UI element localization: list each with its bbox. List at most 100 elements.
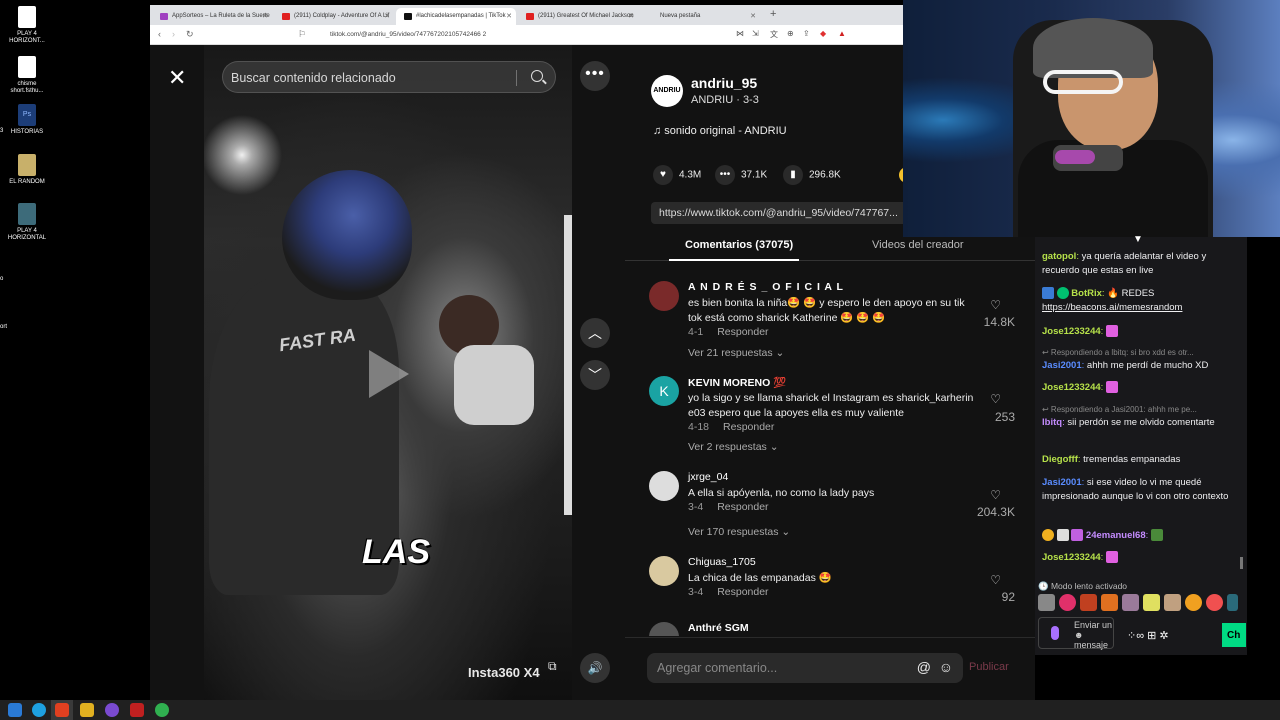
tab-comments[interactable]: Comentarios (37075) [685,239,793,251]
heart-icon[interactable]: ♡ [990,298,1001,312]
chat-username[interactable]: Jose1233244 [1042,382,1101,393]
emote-icon[interactable] [1185,594,1202,611]
reply-button[interactable]: Responder [717,326,768,338]
video-link[interactable]: https://www.tiktok.com/@andriu_95/video/… [651,202,911,224]
zoom-icon[interactable]: ⊕ [787,29,794,38]
chat-username[interactable]: lbitq [1042,417,1062,428]
heart-icon[interactable]: ♡ [990,573,1001,587]
close-tab-icon[interactable]: ✕ [384,12,390,20]
chat-scrollbar[interactable] [1240,557,1243,569]
comment-avatar[interactable] [649,622,679,636]
chevron-down-icon[interactable]: ▼ [1133,233,1143,247]
windows-start-icon[interactable] [8,703,22,717]
chat-input[interactable]: Enviar un ☻ mensaje [1038,617,1114,650]
heart-icon[interactable]: ♡ [990,488,1001,502]
related-search-input[interactable]: Buscar contenido relacionado [222,61,556,93]
emote-icon[interactable] [1143,594,1160,611]
chat-username[interactable]: Jose1233244 [1042,552,1101,563]
close-tab-icon[interactable]: ✕ [262,12,268,20]
desktop-icon-play4[interactable]: PLAY 4 HORIZONT... [4,6,50,45]
extension-icon[interactable]: ⇲ [752,29,759,38]
forward-icon[interactable]: › [172,29,175,39]
comment-avatar[interactable]: K [649,376,679,406]
chat-username[interactable]: Jose1233244 [1042,326,1101,337]
comment-username[interactable]: Chiguas_1705 [688,556,756,568]
bookmark-icon[interactable]: ⚐ [298,29,306,40]
folder-icon[interactable] [80,703,94,717]
comment-username[interactable]: Anthré SGM [688,622,749,634]
chat-send-button[interactable]: Ch [1222,623,1246,647]
brave-icon[interactable] [55,703,69,717]
tab-michael-jackson[interactable]: (2911) Greatest Of Michael Jackson ✕ [518,8,638,25]
translate-icon[interactable]: 文 [770,29,778,40]
author-username[interactable]: andriu_95 [691,75,757,91]
play-icon[interactable] [369,350,409,398]
comment-username[interactable]: KEVIN MORENO 💯 [688,376,786,389]
next-video-button[interactable]: ﹀ [580,360,610,390]
new-tab-button[interactable]: + [770,8,776,20]
extension-icon[interactable]: ⋈ [736,29,744,38]
emote-icon[interactable] [1164,594,1181,611]
volume-button[interactable]: 🔊 [580,653,610,683]
chrome-icon[interactable] [155,703,169,717]
desktop-icon-play4-horizontal[interactable]: PLAY 4 HORIZONTAL [4,203,50,242]
chat-username[interactable]: gatopol [1042,251,1076,262]
add-comment-input[interactable]: Agregar comentario... @ ☺ [647,653,963,683]
save-stat[interactable]: ▮ 296.8K [783,165,841,185]
comment-avatar[interactable] [649,556,679,586]
reply-button[interactable]: Responder [717,501,768,513]
emote-icon[interactable] [1038,594,1055,611]
app-icon[interactable] [105,703,119,717]
brave-shield-icon[interactable]: ◆ [820,29,826,38]
publish-button[interactable]: Publicar [969,661,1009,673]
author-avatar[interactable]: ANDRIU [651,75,683,107]
tab-new[interactable]: Nueva pestaña ✕ [640,8,760,25]
close-icon[interactable]: ✕ [168,65,186,91]
chat-username[interactable]: Jasi2001 [1042,477,1082,488]
desktop-icon-el-random[interactable]: EL RANDOM [4,154,50,186]
close-tab-icon[interactable]: ✕ [506,12,512,20]
comment-avatar[interactable] [649,281,679,311]
close-tab-icon[interactable]: ✕ [628,12,634,20]
search-icon[interactable] [531,70,543,82]
emote-icon[interactable] [1227,594,1238,611]
emote-icon[interactable] [1080,594,1097,611]
address-bar[interactable]: tiktok.com/@andriu_95/video/747767202105… [310,28,850,42]
heart-icon[interactable]: ♡ [990,392,1001,406]
desktop-icon-chisme[interactable]: chisme short.fsthu... [4,56,50,95]
emote-icon[interactable] [1206,594,1223,611]
chat-username[interactable]: Jasi2001 [1042,360,1082,371]
mini-player-icon[interactable]: ⧉ [548,659,557,674]
share-icon[interactable]: ⇪ [803,29,810,38]
chat-toolbar-icons[interactable]: ⁘∞ ⊞ ✲ [1127,629,1169,643]
mention-icon[interactable]: @ [917,659,931,675]
view-replies-button[interactable]: Ver 2 respuestas ⌄ [688,441,779,453]
comment-username[interactable]: A N D R É S _ O F I C I A L [688,281,844,293]
previous-video-button[interactable]: ︿ [580,318,610,348]
like-stat[interactable]: ♥ 4.3M [653,165,701,185]
more-options-button[interactable]: ••• [580,61,610,91]
emoji-icon[interactable]: ☺ [939,659,953,675]
reload-icon[interactable]: ↻ [186,29,194,40]
brave-rewards-icon[interactable]: ▲ [838,29,846,38]
reply-button[interactable]: Responder [723,421,774,433]
back-icon[interactable]: ‹ [158,29,161,39]
edge-icon[interactable] [32,703,46,717]
tab-tiktok[interactable]: #lachicadelasempanadas | TikTok ✕ [396,8,516,25]
sound-link[interactable]: ♫ sonido original - ANDRIU [653,125,787,137]
chat-username[interactable]: BotRix [1071,288,1102,299]
tab-appsorteos[interactable]: AppSorteos – La Ruleta de la Suerte ✕ [152,8,272,25]
comment-avatar[interactable] [649,471,679,501]
tab-creator-videos[interactable]: Videos del creador [872,239,964,251]
chat-link[interactable]: https://beacons.ai/memesrandom [1042,302,1182,313]
close-tab-icon[interactable]: ✕ [750,12,756,20]
view-replies-button[interactable]: Ver 21 respuestas ⌄ [688,347,784,359]
emote-icon[interactable] [1122,594,1139,611]
app-icon[interactable] [130,703,144,717]
video-player[interactable]: FAST RA LAS Insta360 X4 [204,45,572,700]
view-replies-button[interactable]: Ver 170 respuestas ⌄ [688,526,790,538]
tab-coldplay[interactable]: (2911) Coldplay - Adventure Of A Lif ✕ [274,8,394,25]
chat-username[interactable]: 24emanuel68 [1086,530,1146,541]
reply-button[interactable]: Responder [717,586,768,598]
emote-icon[interactable] [1101,594,1118,611]
